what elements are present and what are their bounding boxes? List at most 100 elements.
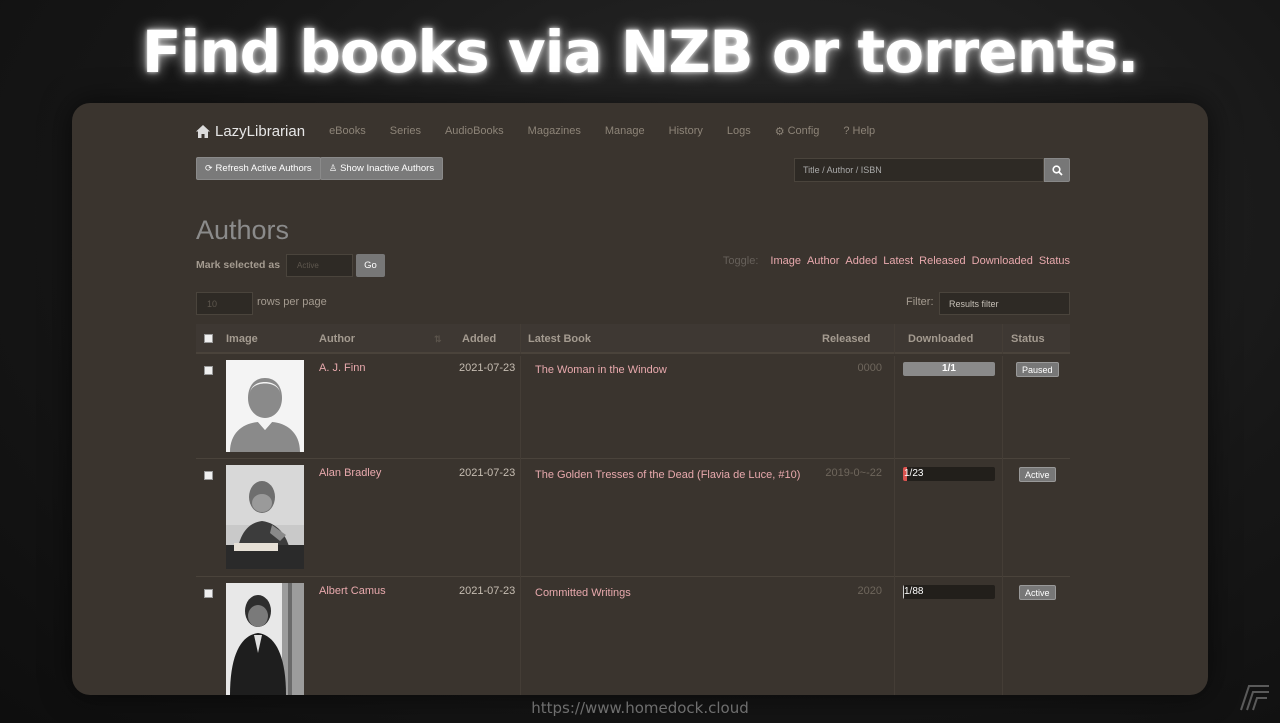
author-name[interactable]: Alan Bradley [319, 467, 381, 479]
column-toggles: Toggle: Image Author Added Latest Releas… [723, 255, 1070, 267]
toggle-downloaded[interactable]: Downloaded [972, 255, 1033, 267]
column-divider [520, 356, 521, 695]
search-button[interactable] [1044, 158, 1070, 182]
rows-per-page-label: rows per page [257, 296, 327, 308]
download-progress: 1/1 [903, 362, 995, 376]
sort-icon: ⇅ [434, 334, 442, 344]
column-divider [1002, 356, 1003, 695]
page-title: Authors [196, 215, 290, 245]
author-photo[interactable] [226, 465, 304, 569]
refresh-active-authors-button[interactable]: ⟳ Refresh Active Authors [196, 157, 321, 180]
toggle-author[interactable]: Author [807, 255, 839, 267]
progress-text: 1/23 [904, 468, 924, 479]
col-added[interactable]: Added [462, 333, 496, 345]
refresh-icon: ⟳ [205, 163, 213, 173]
toggle-image[interactable]: Image [770, 255, 801, 267]
latest-book-link[interactable]: Committed Writings [535, 587, 631, 599]
mark-status-select[interactable]: Active [286, 254, 353, 277]
latest-book-link[interactable]: The Golden Tresses of the Dead (Flavia d… [535, 469, 800, 481]
released-date: 0000 [857, 362, 882, 374]
nav-series[interactable]: Series [390, 125, 421, 137]
nav-label: Manage [604, 125, 645, 137]
brand-link[interactable]: LazyLibrarian [196, 123, 305, 140]
navbar: LazyLibrarian eBooks Series AudioBooks M… [196, 121, 899, 141]
brand-name: LazyLibrarian [215, 122, 306, 140]
status-badge[interactable]: Active [1019, 467, 1056, 482]
status-badge[interactable]: Paused [1016, 362, 1059, 377]
progress-text: 1/88 [904, 586, 924, 597]
released-date: 2019-0~-22 [825, 467, 882, 479]
question-icon: ? [843, 125, 850, 137]
results-filter-input[interactable]: Results filter [939, 292, 1070, 315]
nav-label: History [668, 125, 703, 137]
toggle-added[interactable]: Added [845, 255, 877, 267]
released-date: 2020 [857, 585, 882, 597]
col-downloaded[interactable]: Downloaded [908, 333, 973, 345]
nav-manage[interactable]: Manage [605, 125, 645, 137]
col-status[interactable]: Status [1011, 333, 1045, 345]
table-row: Albert Camus 2021-07-23 Committed Writin… [196, 577, 1070, 695]
nav-history[interactable]: History [669, 125, 703, 137]
table-row: Alan Bradley 2021-07-23 The Golden Tress… [196, 459, 1070, 577]
search-icon [1051, 164, 1063, 176]
search-input[interactable]: Title / Author / ISBN [794, 158, 1044, 182]
toggle-latest[interactable]: Latest [883, 255, 913, 267]
nav-magazines[interactable]: Magazines [528, 125, 581, 137]
rows-per-page-select[interactable]: 10 [196, 292, 253, 315]
row-checkbox[interactable] [204, 589, 213, 598]
author-name[interactable]: Albert Camus [319, 585, 386, 597]
search-placeholder: Title / Author / ISBN [803, 165, 882, 175]
homedock-logo-icon [1240, 685, 1269, 711]
nav-label: AudioBooks [444, 125, 504, 137]
table-row: A. J. Finn 2021-07-23 The Woman in the W… [196, 354, 1070, 459]
nav-label: Magazines [527, 125, 581, 137]
author-placeholder-image[interactable] [226, 360, 304, 452]
col-image[interactable]: Image [226, 333, 258, 345]
nav-ebooks[interactable]: eBooks [329, 125, 366, 137]
nav-config[interactable]: ⚙ Config [775, 125, 820, 138]
authors-table: Image Author ⇅ Added Latest Book Release… [196, 324, 1070, 695]
row-checkbox[interactable] [204, 471, 213, 480]
author-name[interactable]: A. J. Finn [319, 362, 365, 374]
show-inactive-authors-button[interactable]: ♙ Show Inactive Authors [320, 157, 444, 180]
filter-label: Filter: [906, 296, 934, 308]
nav-audiobooks[interactable]: AudioBooks [445, 125, 504, 137]
user-icon: ♙ [329, 163, 338, 173]
download-progress: 1/23 [903, 467, 995, 481]
home-icon [196, 124, 210, 138]
toggle-status[interactable]: Status [1039, 255, 1070, 267]
added-date: 2021-07-23 [459, 467, 516, 479]
table-header: Image Author ⇅ Added Latest Book Release… [196, 324, 1070, 354]
nav-label: eBooks [329, 125, 366, 137]
select-all-checkbox[interactable] [204, 334, 213, 343]
column-divider [894, 324, 895, 354]
column-divider [894, 356, 895, 695]
nav-label: Help [852, 125, 876, 137]
nav-label: Config [787, 125, 820, 137]
go-button[interactable]: Go [356, 254, 385, 277]
added-date: 2021-07-23 [459, 362, 516, 374]
footer-url: https://www.homedock.cloud [531, 699, 749, 717]
nav-label: Series [389, 125, 421, 137]
latest-book-link[interactable]: The Woman in the Window [535, 364, 667, 376]
nav-help[interactable]: ? Help [843, 125, 875, 137]
app-window: LazyLibrarian eBooks Series AudioBooks M… [72, 103, 1208, 695]
row-checkbox[interactable] [204, 366, 213, 375]
column-divider [1002, 324, 1003, 354]
button-label: Refresh Active Authors [215, 163, 312, 174]
status-badge[interactable]: Active [1019, 585, 1056, 600]
app-content: LazyLibrarian eBooks Series AudioBooks M… [196, 103, 1070, 695]
nav-logs[interactable]: Logs [727, 125, 751, 137]
author-photo[interactable] [226, 583, 304, 695]
button-label: Show Inactive Authors [340, 163, 435, 174]
col-released[interactable]: Released [822, 333, 870, 345]
progress-text: 1/1 [942, 363, 956, 374]
nav-label: Logs [726, 125, 751, 137]
col-latest-book[interactable]: Latest Book [528, 333, 591, 345]
added-date: 2021-07-23 [459, 585, 516, 597]
toggle-label: Toggle: [722, 255, 759, 267]
download-progress: 1/88 [903, 585, 995, 599]
toggle-released[interactable]: Released [919, 255, 965, 267]
col-author[interactable]: Author [319, 333, 355, 345]
headline: Find books via NZB or torrents. [141, 18, 1139, 86]
